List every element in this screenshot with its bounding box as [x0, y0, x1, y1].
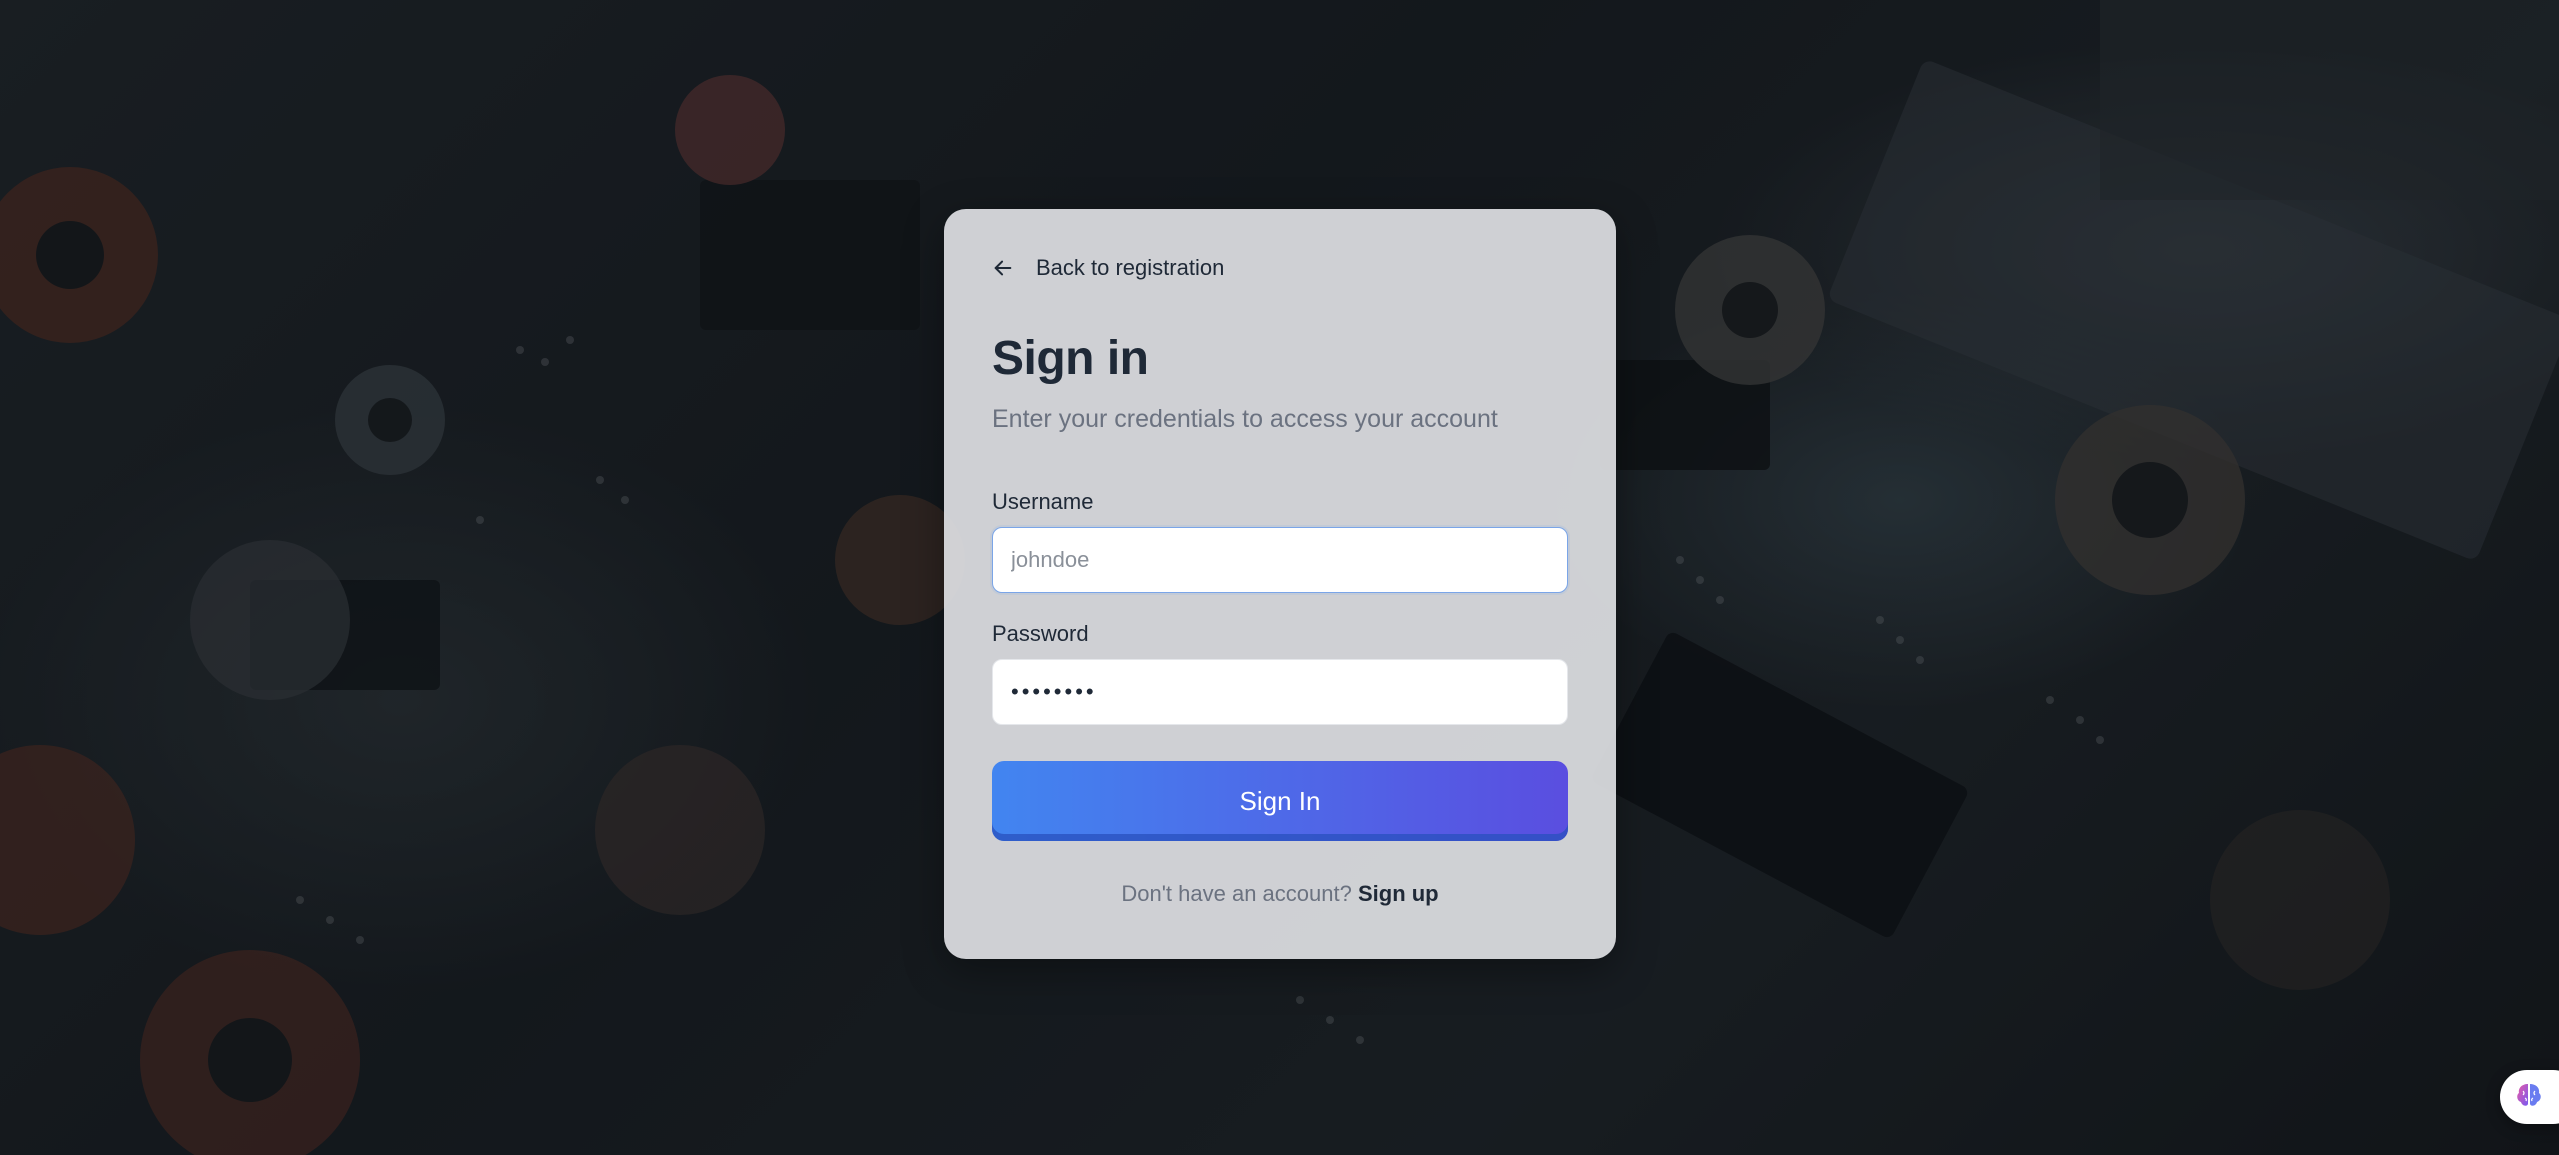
password-label: Password — [992, 621, 1089, 646]
page-subtitle: Enter your credentials to access your ac… — [992, 405, 1498, 433]
username-label: Username — [992, 489, 1094, 514]
page-title: Sign in — [992, 332, 1149, 385]
back-to-registration-link[interactable]: Back to registration — [992, 255, 1224, 281]
sign-up-link[interactable]: Sign up — [1358, 881, 1439, 906]
back-link-label: Back to registration — [1036, 255, 1225, 280]
signup-prompt-text: Don't have an account? — [1121, 881, 1352, 906]
username-input[interactable] — [992, 527, 1568, 593]
brain-icon — [2514, 1080, 2544, 1115]
assistant-widget-button[interactable] — [2500, 1070, 2559, 1124]
signup-prompt: Don't have an account? Sign up — [944, 881, 1616, 907]
sign-in-button[interactable]: Sign In — [992, 761, 1568, 841]
arrow-left-icon — [992, 257, 1014, 279]
password-input[interactable] — [992, 659, 1568, 725]
sign-in-card: Back to registration Sign in Enter your … — [944, 209, 1616, 959]
